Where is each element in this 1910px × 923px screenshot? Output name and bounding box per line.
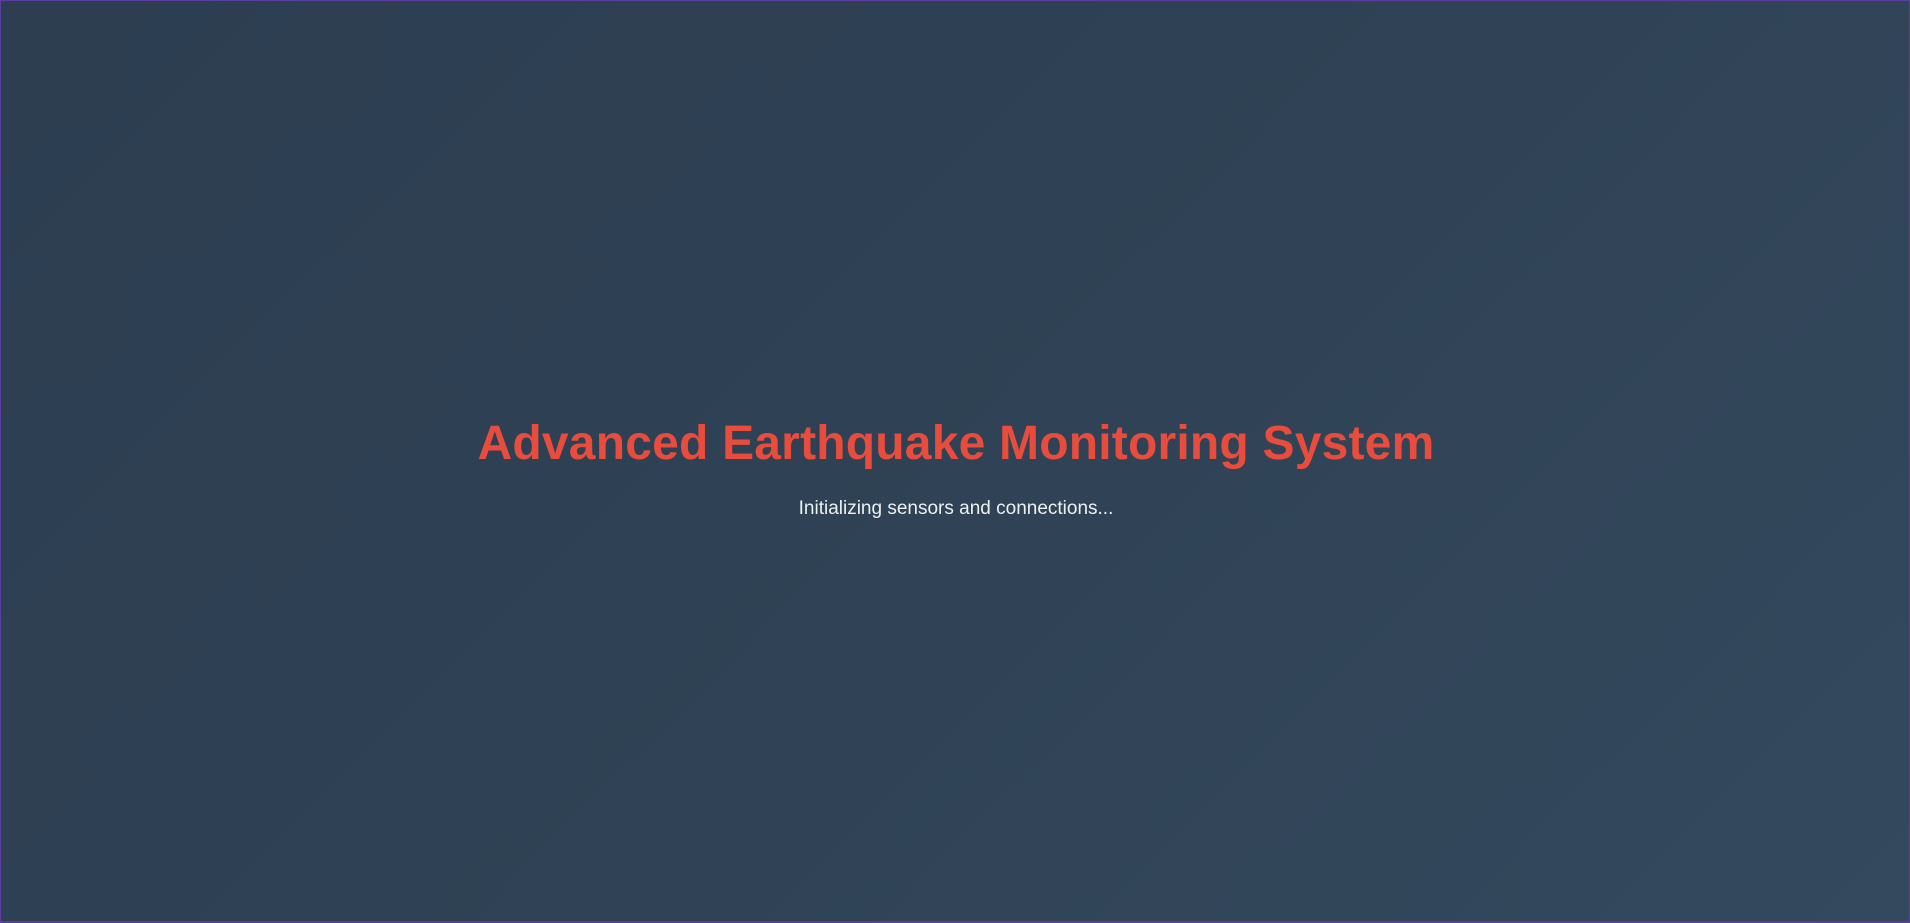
loading-status-text: Initializing sensors and connections... (798, 497, 1114, 519)
loading-screen: Advanced Earthquake Monitoring System In… (0, 0, 1910, 922)
loading-container: Advanced Earthquake Monitoring System In… (1, 1, 1910, 923)
app-title: Advanced Earthquake Monitoring System (477, 416, 1435, 470)
